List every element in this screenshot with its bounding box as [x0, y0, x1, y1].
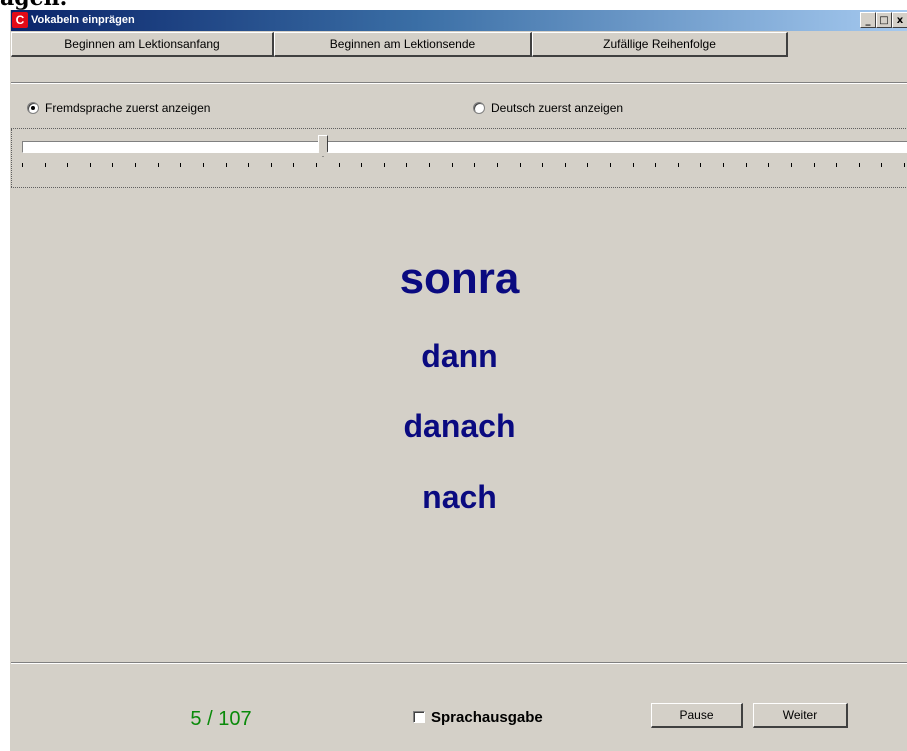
random-order-button[interactable]: Zufällige Reihenfolge: [532, 32, 788, 57]
window-title: Vokabeln einprägen: [31, 14, 135, 26]
turkish-flag-icon: C: [12, 12, 28, 28]
slider-tick: [90, 163, 91, 167]
radio-foreign-first[interactable]: Fremdsprache zuerst anzeigen: [27, 100, 210, 116]
slider-tick: [135, 163, 136, 167]
slider-tick: [361, 163, 362, 167]
status-panel: 5 / 107 Sprachausgabe Pause Weiter: [11, 662, 907, 751]
slider-tick: [316, 163, 317, 167]
slider-tick: [384, 163, 385, 167]
slider-tick: [158, 163, 159, 167]
window-controls: _ □ x: [860, 12, 907, 28]
next-button[interactable]: Weiter: [753, 703, 848, 728]
title-bar[interactable]: C Vokabeln einprägen _ □ x: [11, 10, 907, 31]
minimize-icon[interactable]: _: [860, 12, 876, 28]
start-at-lesson-beginning-button[interactable]: Beginnen am Lektionsanfang: [11, 32, 274, 57]
slider-tick: [746, 163, 747, 167]
slider-tick: [293, 163, 294, 167]
vocab-word: sonra: [399, 254, 520, 303]
slider-tick: [859, 163, 860, 167]
slider-tick: [542, 163, 543, 167]
slider-tick: [226, 163, 227, 167]
progress-slider[interactable]: [11, 128, 907, 188]
slider-tick: [429, 163, 430, 167]
slider-tick: [112, 163, 113, 167]
radio-german-first-label: Deutsch zuerst anzeigen: [491, 101, 624, 115]
slider-tick: [791, 163, 792, 167]
progress-counter: 5 / 107: [190, 708, 252, 730]
slider-tick: [203, 163, 204, 167]
speech-output-toggle[interactable]: Sprachausgabe: [413, 707, 543, 727]
slider-tick: [339, 163, 340, 167]
speech-output-label: Sprachausgabe: [431, 708, 543, 726]
slider-tick: [655, 163, 656, 167]
slider-tick: [678, 163, 679, 167]
slider-thumb-icon[interactable]: [318, 135, 328, 157]
slider-tick: [881, 163, 882, 167]
slider-tick: [22, 163, 23, 167]
maximize-icon[interactable]: □: [876, 12, 892, 28]
slider-tick: [520, 163, 521, 167]
slider-track[interactable]: [22, 141, 907, 153]
slider-tick: [271, 163, 272, 167]
slider-tick: [248, 163, 249, 167]
slider-tick: [700, 163, 701, 167]
slider-tick: [474, 163, 475, 167]
radio-german-first[interactable]: Deutsch zuerst anzeigen: [473, 100, 623, 116]
slider-tick: [587, 163, 588, 167]
page-top-text: ägen.: [0, 0, 67, 10]
slider-tick: [610, 163, 611, 167]
translation-1: dann: [421, 338, 498, 374]
slider-tick: [497, 163, 498, 167]
slider-tick: [406, 163, 407, 167]
pause-button[interactable]: Pause: [651, 703, 743, 728]
slider-tick: [45, 163, 46, 167]
start-at-lesson-end-button[interactable]: Beginnen am Lektionsende: [274, 32, 532, 57]
close-icon[interactable]: x: [892, 12, 907, 28]
slider-tick: [814, 163, 815, 167]
slider-tick: [723, 163, 724, 167]
radio-foreign-first-button[interactable]: [27, 102, 39, 114]
slider-tick: [836, 163, 837, 167]
slider-tick: [565, 163, 566, 167]
slider-ticks: [22, 163, 907, 168]
vocab-window: C Vokabeln einprägen _ □ x Beginnen am L…: [10, 10, 907, 751]
radio-foreign-first-label: Fremdsprache zuerst anzeigen: [45, 101, 211, 115]
slider-tick: [452, 163, 453, 167]
slider-tick: [904, 163, 905, 167]
slider-tick: [768, 163, 769, 167]
slider-tick: [180, 163, 181, 167]
speech-output-checkbox[interactable]: [413, 711, 425, 723]
toolbar-separator: [11, 82, 907, 84]
translation-3: nach: [422, 479, 497, 515]
slider-tick: [67, 163, 68, 167]
slider-tick: [633, 163, 634, 167]
translation-2: danach: [403, 408, 516, 444]
slider-focus-border: [11, 129, 12, 187]
radio-german-first-button[interactable]: [473, 102, 485, 114]
